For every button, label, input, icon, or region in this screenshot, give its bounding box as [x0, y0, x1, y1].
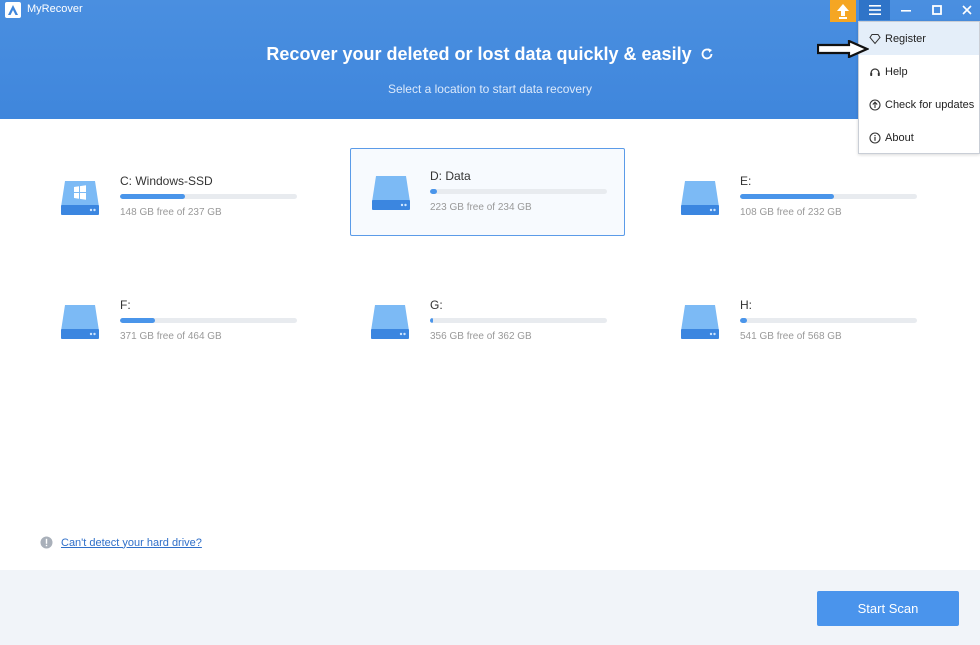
upgrade-arrow-icon [837, 4, 849, 19]
drive-free-space: 541 GB free of 568 GB [740, 331, 842, 342]
menu-item-check-updates[interactable]: Check for updates [859, 88, 979, 121]
drive-card-c[interactable]: C: Windows-SSD 148 GB free of 237 GB [50, 155, 324, 243]
drive-usage-bar [740, 318, 917, 323]
drive-name: G: [430, 298, 443, 312]
pointer-arrow-icon [816, 39, 870, 63]
minimize-icon [901, 10, 911, 12]
upgrade-button[interactable] [830, 0, 856, 22]
start-scan-button[interactable]: Start Scan [817, 591, 959, 626]
drive-card-g[interactable]: G: 356 GB free of 362 GB [360, 279, 634, 367]
drive-card-h[interactable]: H: 541 GB free of 568 GB [670, 279, 944, 367]
drive-free-space: 223 GB free of 234 GB [430, 202, 532, 213]
maximize-icon [932, 5, 942, 15]
drive-icon [371, 174, 411, 215]
maximize-button[interactable] [922, 0, 952, 20]
drive-usage-bar [120, 318, 297, 323]
cant-detect-link[interactable]: Can't detect your hard drive? [61, 537, 202, 549]
drive-icon [680, 303, 720, 344]
close-icon [962, 5, 972, 15]
minimize-button[interactable] [891, 0, 921, 20]
main-menu-dropdown: Register Help Check for updates About [858, 21, 980, 154]
drive-usage-bar [430, 318, 607, 323]
upload-circle-icon [869, 98, 881, 111]
menu-item-help[interactable]: Help [859, 55, 979, 88]
windows-drive-icon [60, 179, 100, 220]
drive-name: E: [740, 174, 752, 188]
drive-name: H: [740, 298, 752, 312]
drive-usage-bar [430, 189, 607, 194]
drive-icon [60, 303, 100, 344]
drive-free-space: 371 GB free of 464 GB [120, 331, 222, 342]
drive-usage-bar [120, 194, 297, 199]
app-title: MyRecover [27, 3, 83, 15]
close-button[interactable] [952, 0, 980, 20]
drive-free-space: 356 GB free of 362 GB [430, 331, 532, 342]
drive-name: D: Data [430, 169, 471, 183]
drive-name: C: Windows-SSD [120, 174, 213, 188]
refresh-icon[interactable] [700, 45, 714, 66]
drive-free-space: 108 GB free of 232 GB [740, 207, 842, 218]
info-exclamation-icon [40, 536, 53, 549]
app-logo-icon [5, 2, 21, 18]
diamond-icon [869, 33, 881, 44]
drive-usage-bar [740, 194, 917, 199]
drive-icon [370, 303, 410, 344]
cant-detect-help: Can't detect your hard drive? [40, 536, 202, 549]
drive-icon [680, 179, 720, 220]
drive-free-space: 148 GB free of 237 GB [120, 207, 222, 218]
drive-card-f[interactable]: F: 371 GB free of 464 GB [50, 279, 324, 367]
drive-name: F: [120, 298, 131, 312]
menu-item-about[interactable]: About [859, 121, 979, 154]
drive-card-d[interactable]: D: Data 223 GB free of 234 GB [350, 148, 625, 236]
page-subtitle: Select a location to start data recovery [387, 82, 593, 96]
info-icon [869, 131, 881, 144]
drive-card-e[interactable]: E: 108 GB free of 232 GB [670, 155, 944, 243]
menu-item-register[interactable]: Register [859, 22, 979, 55]
headset-icon [870, 67, 880, 76]
menu-button[interactable] [859, 0, 890, 20]
hamburger-icon [868, 5, 881, 15]
